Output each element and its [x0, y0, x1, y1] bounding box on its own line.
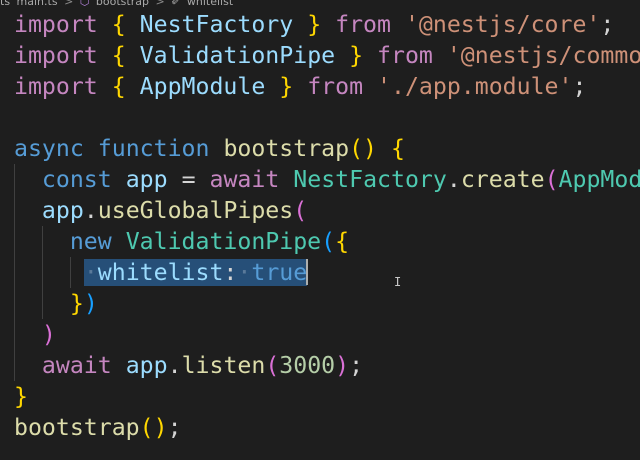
keyword-import: import	[14, 11, 98, 38]
breadcrumb-property[interactable]: whitelist	[187, 0, 233, 8]
dot: .	[446, 166, 461, 193]
code-line[interactable]: app.useGlobalPipes(	[14, 195, 307, 226]
bracket: {	[111, 42, 126, 69]
keyword-import: import	[14, 42, 98, 69]
code-line[interactable]: async function bootstrap() {	[14, 133, 405, 164]
keyword-function: function	[97, 135, 210, 162]
code-line[interactable]: import { NestFactory } from '@nestjs/cor…	[14, 9, 614, 40]
bracket: ()	[349, 135, 377, 162]
variable-name: app	[41, 197, 84, 224]
breadcrumb-separator: >	[64, 0, 74, 8]
text-cursor	[306, 259, 309, 285]
bracket: }	[69, 290, 84, 317]
keyword-async: async	[14, 135, 84, 162]
dot: .	[83, 197, 98, 224]
bracket: )	[41, 321, 56, 348]
operator: =	[181, 166, 196, 193]
keyword-await: await	[41, 352, 112, 379]
code-line[interactable]: await app.listen(3000);	[14, 350, 363, 381]
code-line[interactable]: }	[14, 381, 28, 412]
bracket: (	[321, 228, 336, 255]
import-name: AppModule	[139, 73, 266, 100]
code-line[interactable]: })	[14, 288, 98, 319]
breadcrumb-file[interactable]: main.ts	[17, 0, 58, 8]
typescript-file-icon: ts	[0, 0, 11, 8]
code-line[interactable]: )	[14, 319, 56, 350]
keyword-from: from	[377, 42, 433, 69]
semicolon: ;	[167, 414, 182, 441]
bracket: (	[544, 166, 559, 193]
method-name: useGlobalPipes	[97, 197, 294, 224]
code-line[interactable]: import { AppModule } from './app.module'…	[14, 71, 586, 102]
bracket: (	[293, 197, 308, 224]
code-line[interactable]: import { ValidationPipe } from '@nestjs/…	[14, 40, 640, 71]
bracket: )	[83, 290, 98, 317]
module-string: '@nestjs/common'	[446, 42, 640, 69]
property-key: whitelist	[97, 259, 224, 286]
selection[interactable]: ·whitelist:·true	[83, 259, 308, 286]
function-call: bootstrap	[14, 414, 140, 441]
code-line[interactable]: bootstrap();	[14, 412, 182, 443]
bracket: )	[335, 352, 350, 379]
semicolon: ;	[572, 73, 587, 100]
keyword-const: const	[41, 166, 112, 193]
bracket: (	[265, 352, 280, 379]
code-editor[interactable]: import { NestFactory } from '@nestjs/cor…	[0, 9, 640, 460]
import-name: ValidationPipe	[139, 42, 336, 69]
bracket: {	[390, 135, 405, 162]
boolean-value: true	[251, 259, 308, 286]
variable-name: app	[125, 352, 168, 379]
import-name: NestFactory	[139, 11, 294, 38]
bracket: {	[111, 11, 126, 38]
bracket: {	[111, 73, 126, 100]
module-string: './app.module'	[377, 73, 573, 100]
semicolon: ;	[349, 352, 364, 379]
bracket: }	[279, 73, 294, 100]
argument: AppModule	[558, 166, 640, 193]
port-number: 3000	[279, 352, 336, 379]
bracket: {	[335, 228, 350, 255]
keyword-await: await	[209, 166, 280, 193]
semicolon: ;	[600, 11, 615, 38]
class-name: ValidationPipe	[125, 228, 322, 255]
property-symbol-icon: ✐	[171, 0, 181, 8]
keyword-from: from	[307, 73, 364, 100]
function-symbol-icon: ⬡	[79, 0, 90, 8]
function-name: bootstrap	[223, 135, 350, 162]
method-name: listen	[181, 352, 266, 379]
bracket: }	[349, 42, 364, 69]
keyword-from: from	[335, 11, 391, 38]
code-line[interactable]: const app = await NestFactory.create(App…	[14, 164, 640, 195]
keyword-import: import	[14, 73, 98, 100]
breadcrumb-separator: >	[155, 0, 165, 8]
breadcrumb: ts main.ts > ⬡ bootstrap > ✐ whitelist	[0, 0, 236, 8]
class-name: NestFactory	[293, 166, 447, 193]
code-line[interactable]: ·whitelist:·true	[14, 257, 309, 288]
code-line[interactable]: new ValidationPipe({	[14, 226, 349, 257]
bracket: ()	[139, 414, 168, 441]
method-name: create	[460, 166, 545, 193]
bracket: }	[307, 11, 322, 38]
mouse-ibeam-cursor-icon: I	[394, 275, 402, 289]
module-string: '@nestjs/core'	[404, 11, 601, 38]
dot: .	[167, 352, 182, 379]
bracket: }	[14, 383, 28, 410]
breadcrumb-function[interactable]: bootstrap	[96, 0, 149, 8]
colon: :	[223, 259, 238, 286]
variable-name: app	[125, 166, 168, 193]
keyword-new: new	[69, 228, 112, 255]
